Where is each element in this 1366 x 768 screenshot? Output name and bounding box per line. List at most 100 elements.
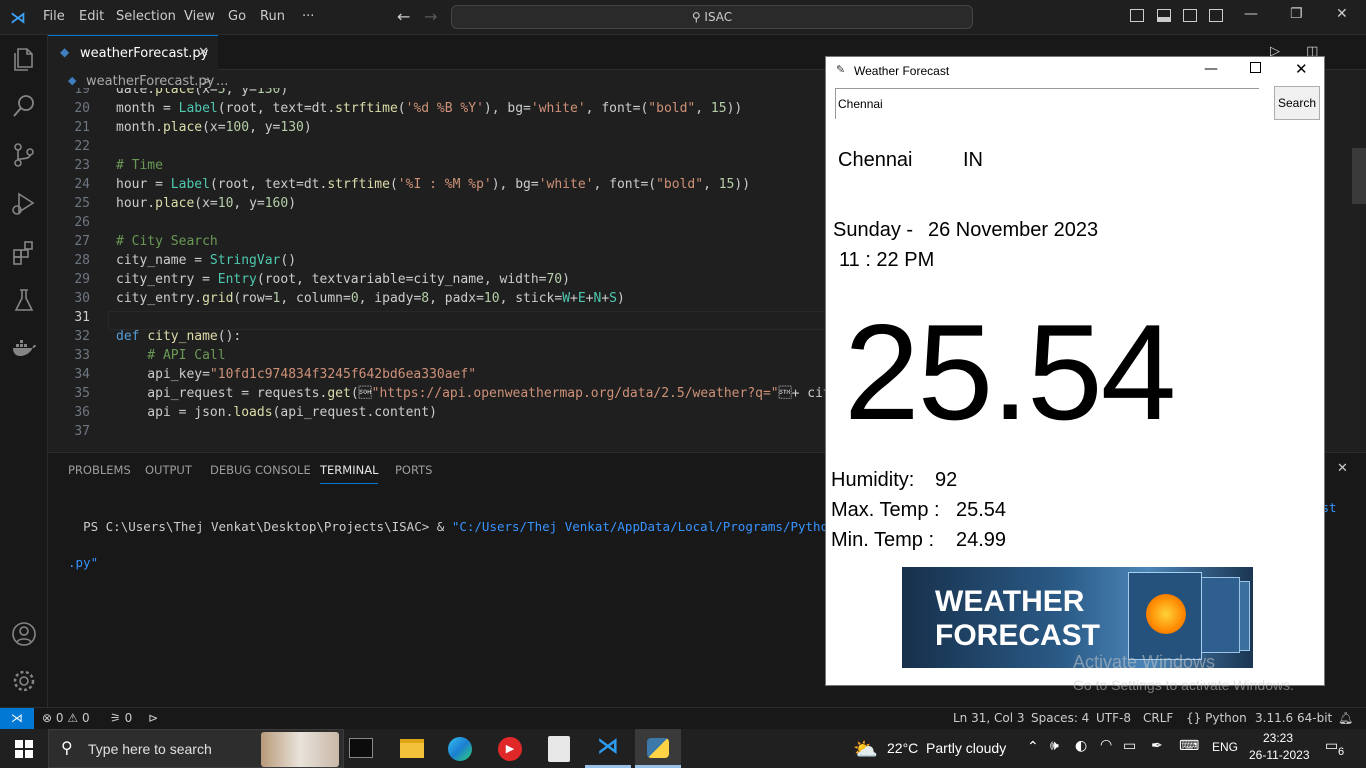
weather-widget-icon[interactable]: ⛅ (853, 737, 878, 761)
close-icon[interactable]: ✕ (1336, 6, 1348, 22)
extensions-icon[interactable] (10, 238, 38, 266)
toggle-secondary-sidebar-icon[interactable] (1183, 9, 1197, 22)
taskbar-edge-icon[interactable] (448, 737, 472, 761)
command-center-search[interactable]: ⚲ ISAC (451, 5, 973, 29)
breadcrumb-file[interactable]: weatherForecast.py (86, 74, 214, 89)
menu-edit[interactable]: Edit (79, 9, 104, 24)
indentation[interactable]: Spaces: 4 (1031, 711, 1089, 725)
menu-view[interactable]: View (184, 9, 215, 24)
clock-date[interactable]: 26-11-2023 (1249, 748, 1310, 762)
min-temp-value: 24.99 (956, 529, 1007, 551)
date-label: 26 November 2023 (928, 219, 1099, 241)
tab-close-icon[interactable]: ✕ (198, 45, 209, 60)
restore-icon[interactable]: ❐ (1290, 6, 1303, 22)
max-temp-value: 25.54 (956, 499, 1007, 521)
taskbar-search-box[interactable]: ⚲ Type here to search (48, 729, 344, 768)
accounts-icon[interactable] (10, 620, 38, 648)
taskbar-search-placeholder: Type here to search (88, 741, 212, 757)
menu-selection[interactable]: Selection (116, 9, 176, 24)
notifications-bell-icon[interactable]: 🔔︎ (1338, 711, 1353, 725)
testing-icon[interactable] (10, 286, 38, 314)
settings-gear-icon[interactable] (10, 667, 38, 695)
source-control-icon[interactable] (10, 141, 38, 169)
interpreter-version[interactable]: 3.11.6 64-bit (1255, 711, 1332, 725)
toggle-sidebar-icon[interactable] (1130, 9, 1144, 22)
wifi-icon[interactable]: ◠ (1100, 737, 1112, 753)
temperature-label: 25.54 (844, 296, 1176, 448)
cursor-position[interactable]: Ln 31, Col 3 (953, 711, 1025, 725)
ports-status[interactable]: ⚞ 0 (110, 711, 132, 725)
line-number: 34 (74, 367, 90, 382)
forward-arrow-icon[interactable]: → (424, 7, 437, 26)
tk-minimize-icon[interactable]: — (1204, 61, 1218, 77)
code-line: api_key="10fd1c974834f3245f642bd6ea330ae… (116, 367, 477, 382)
taskbar-terminal-icon[interactable] (349, 738, 373, 758)
toggle-panel-icon[interactable] (1157, 9, 1171, 22)
line-number: 26 (74, 215, 90, 230)
menu-run[interactable]: Run (260, 9, 285, 24)
taskbar-python-app-icon[interactable] (635, 729, 681, 768)
line-number: 21 (74, 120, 90, 135)
taskbar-python-file-icon[interactable] (548, 736, 570, 762)
input-language[interactable]: ENG (1212, 740, 1238, 754)
meet-now-icon[interactable]: ◐ (1075, 738, 1087, 754)
code-editor[interactable]: 19 date.place(x=5, y=130) 20 month = Label(… (48, 88, 848, 452)
taskbar-media-player-icon[interactable]: ▶ (498, 737, 522, 761)
remote-indicator[interactable]: ⋊ (0, 708, 34, 729)
tab-debug-console[interactable]: DEBUG CONSOLE (210, 463, 311, 477)
windows-start-icon[interactable] (15, 740, 33, 758)
notification-center-icon[interactable]: ▭ (1325, 738, 1338, 754)
explorer-icon[interactable] (10, 45, 38, 73)
windows-taskbar: ⚲ Type here to search ▶ ⋊ ⛅ 22°C Partly … (0, 729, 1366, 768)
humidity-value: 92 (935, 469, 958, 491)
tab-problems[interactable]: PROBLEMS (68, 463, 131, 477)
docker-icon[interactable] (10, 334, 38, 362)
line-number: 32 (74, 329, 90, 344)
problems-status[interactable]: ⊗ 0 ⚠ 0 (42, 711, 90, 725)
battery-icon[interactable]: ▭ (1123, 738, 1136, 754)
back-arrow-icon[interactable]: ← (397, 7, 410, 26)
menu-go[interactable]: Go (228, 9, 246, 24)
tk-close-icon[interactable]: ✕ (1295, 60, 1308, 78)
code-line: month = Label(root, text=dt.strftime('%d… (116, 101, 743, 116)
tab-output[interactable]: OUTPUT (145, 463, 192, 477)
taskbar-vscode-icon[interactable]: ⋊ (585, 729, 631, 768)
language-mode[interactable]: {} Python (1186, 711, 1247, 725)
menu-more[interactable]: ··· (302, 9, 314, 24)
show-hidden-icons-chevron-icon[interactable]: ⌃ (1027, 739, 1039, 755)
line-ending[interactable]: CRLF (1143, 711, 1173, 725)
search-button[interactable]: Search (1274, 86, 1320, 120)
broadcast-icon: ⚞ (110, 711, 121, 725)
menu-file[interactable]: File (43, 9, 65, 24)
search-icon[interactable] (10, 92, 38, 120)
taskbar-file-explorer-icon[interactable] (400, 739, 424, 758)
debug-status-icon[interactable]: ⊳ (148, 711, 158, 725)
line-number: 37 (74, 424, 90, 439)
tab-ports[interactable]: PORTS (395, 463, 432, 477)
code-line: # API Call (116, 348, 226, 363)
close-panel-icon[interactable]: ✕ (1337, 461, 1348, 476)
weather-widget-text[interactable]: 22°C Partly cloudy (887, 740, 1006, 756)
minimap-slider[interactable] (1352, 148, 1366, 204)
line-number: 35 (74, 386, 90, 401)
minimize-icon[interactable]: — (1244, 6, 1258, 22)
city-entry[interactable]: Chennai (835, 88, 1259, 119)
touch-keyboard-icon[interactable]: ⌨ (1179, 738, 1199, 754)
tk-maximize-icon[interactable] (1250, 62, 1261, 73)
search-highlight-illustration (261, 732, 339, 767)
line-number: 23 (74, 158, 90, 173)
clock-time[interactable]: 23:23 (1263, 731, 1293, 745)
pen-icon[interactable]: ✒ (1151, 738, 1163, 754)
line-number: 28 (74, 253, 90, 268)
braces-icon: {} (1186, 711, 1202, 725)
code-line: # City Search (116, 234, 218, 249)
line-number: 33 (74, 348, 90, 363)
customize-layout-icon[interactable] (1209, 9, 1223, 22)
volume-icon[interactable]: 🕪︎ (1050, 738, 1059, 754)
warning-icon: ⚠ (67, 711, 79, 725)
tab-terminal[interactable]: TERMINAL (320, 463, 379, 484)
breadcrumb-more[interactable]: > ... (201, 74, 228, 89)
tab-weatherforecast[interactable]: ◆ weatherForecast.py ✕ (48, 35, 218, 71)
encoding[interactable]: UTF-8 (1096, 711, 1131, 725)
run-debug-icon[interactable] (10, 189, 38, 217)
